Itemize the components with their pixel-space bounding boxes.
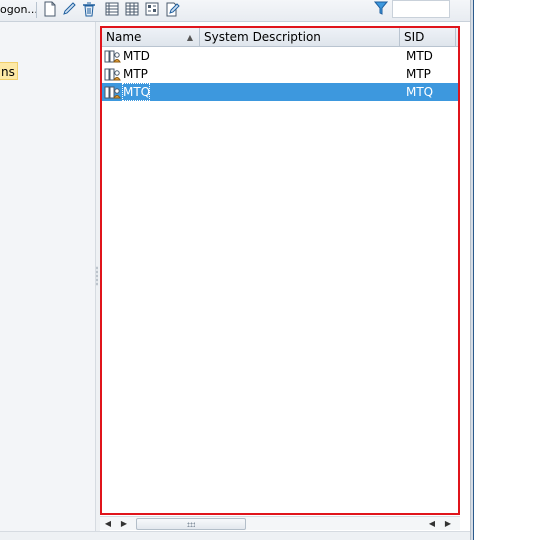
left-pane-tag[interactable]: ns	[0, 62, 18, 80]
table-row[interactable]: MTD MTD	[102, 47, 458, 65]
scroll-end-right-arrow-icon[interactable]: ▶	[442, 517, 454, 531]
table-row-selected[interactable]: MTQ MTQ	[102, 83, 458, 101]
column-header-sid[interactable]: SID	[400, 28, 456, 47]
column-header-sid-label: SID	[404, 30, 425, 44]
system-connection-icon	[104, 50, 121, 63]
column-header-name[interactable]: Name ▲	[102, 28, 200, 47]
change-icon[interactable]	[164, 1, 180, 17]
left-pane-tag-label: ns	[1, 65, 15, 79]
filter-input[interactable]	[392, 0, 450, 18]
edit-pencil-icon[interactable]	[61, 1, 77, 17]
column-header-name-label: Name	[106, 30, 142, 44]
row-name: MTD	[123, 49, 150, 63]
scrollbar-grip-icon	[187, 522, 195, 527]
delete-trash-icon[interactable]	[81, 1, 97, 17]
left-navigation-pane: ns	[0, 22, 96, 540]
properties-icon[interactable]	[144, 1, 160, 17]
column-header-system-description[interactable]: System Description	[200, 28, 400, 47]
new-document-icon[interactable]	[42, 1, 58, 17]
grid-header: Name ▲ System Description SID	[102, 28, 458, 47]
filter-funnel-icon[interactable]	[373, 0, 389, 16]
row-sid: MTD	[406, 49, 433, 63]
logon-button-label: ogon...	[0, 3, 37, 16]
column-header-description-label: System Description	[204, 30, 321, 44]
list-view-icon[interactable]	[104, 1, 120, 17]
row-sid: MTQ	[406, 85, 434, 99]
row-name: MTQ	[123, 85, 151, 99]
scroll-right-arrow-icon[interactable]: ▶	[118, 517, 130, 531]
system-list-grid: Name ▲ System Description SID MTD MTD MT…	[100, 26, 460, 515]
splitter-grip-icon	[96, 266, 98, 286]
system-connection-icon	[104, 68, 121, 81]
scroll-end-left-arrow-icon[interactable]: ◀	[426, 517, 438, 531]
row-sid: MTP	[406, 67, 431, 81]
table-row[interactable]: MTP MTP	[102, 65, 458, 83]
sort-ascending-icon: ▲	[186, 33, 193, 42]
window-border	[470, 0, 474, 540]
row-name: MTP	[123, 67, 148, 81]
horizontal-scrollbar[interactable]: ◀ ▶ ◀ ▶	[100, 516, 460, 530]
scroll-left-arrow-icon[interactable]: ◀	[102, 517, 114, 531]
scrollbar-thumb[interactable]	[136, 518, 246, 530]
toolbar: ogon...	[0, 0, 472, 22]
logon-button[interactable]: ogon...	[0, 2, 37, 18]
tree-view-icon[interactable]	[124, 1, 140, 17]
system-connection-icon	[104, 86, 121, 99]
status-strip	[0, 531, 472, 540]
